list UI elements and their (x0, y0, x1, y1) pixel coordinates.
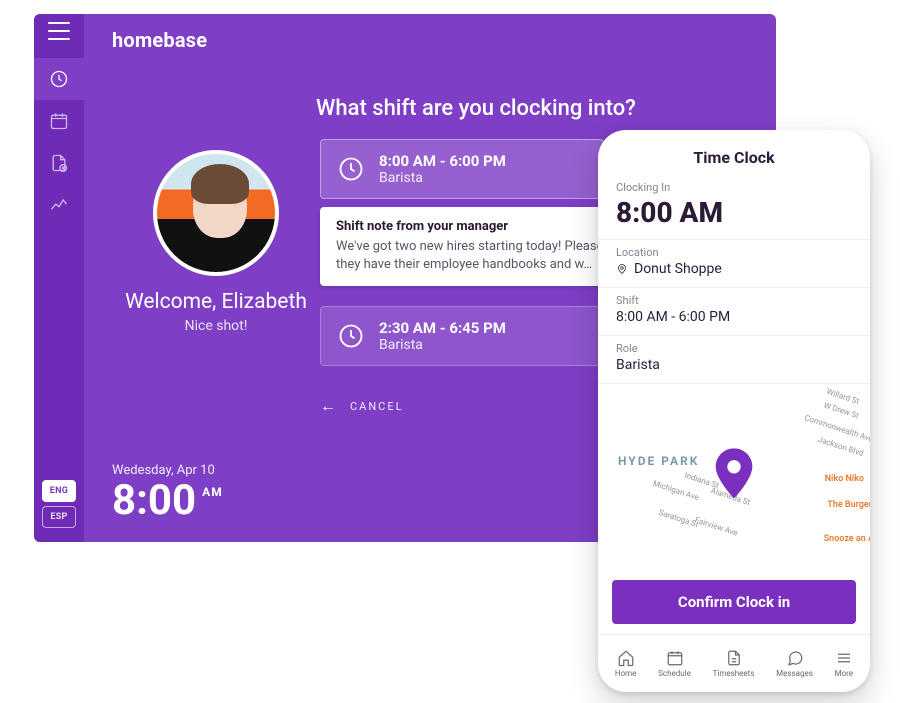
sidebar-item-schedule[interactable] (34, 100, 84, 142)
lang-eng-button[interactable]: ENG (42, 480, 76, 502)
more-icon (835, 649, 853, 667)
chat-icon (786, 649, 804, 667)
current-time-area: Wedesday, Apr 10 8:00 AM (112, 463, 223, 522)
role-value: Barista (616, 357, 852, 373)
map-pin-icon (616, 263, 628, 275)
map-street-label: Saratoga St (658, 508, 700, 529)
document-icon (725, 649, 743, 667)
map-pin-icon (714, 448, 754, 502)
nav-messages[interactable]: Messages (776, 649, 813, 678)
map-street-label: Commonwealth Ave (803, 413, 870, 444)
current-ampm: AM (202, 486, 223, 498)
map-area[interactable]: HYDE PARK Willard St W Drew St Commonwea… (598, 384, 870, 634)
sidebar-item-clock[interactable] (34, 58, 84, 100)
current-time: 8:00 (112, 480, 196, 522)
left-sidebar: ENG ESP (34, 14, 84, 542)
nav-timesheets[interactable]: Timesheets (713, 649, 755, 678)
brand-logo: homebase (112, 28, 754, 52)
section-location[interactable]: Location Donut Shoppe (598, 240, 870, 288)
shift-label: Shift (616, 294, 852, 307)
phone-header: Time Clock (598, 130, 870, 175)
welcome-text: Welcome, Elizabeth (125, 290, 307, 314)
nav-home[interactable]: Home (615, 649, 637, 678)
shift-role: Barista (379, 170, 506, 186)
lang-esp-button[interactable]: ESP (42, 506, 76, 528)
section-clocking-in: Clocking In 8:00 AM (598, 175, 870, 240)
nav-schedule[interactable]: Schedule (658, 649, 691, 678)
document-add-icon (49, 153, 69, 173)
map-park-label: HYDE PARK (618, 454, 699, 468)
mobile-time-clock-view: Time Clock Clocking In 8:00 AM Location … (598, 130, 870, 692)
cancel-label: CANCEL (350, 400, 404, 413)
nav-schedule-label: Schedule (658, 669, 691, 678)
section-role[interactable]: Role Barista (598, 336, 870, 384)
location-value: Donut Shoppe (634, 261, 722, 277)
confirm-clock-in-button[interactable]: Confirm Clock in (612, 580, 856, 624)
arrow-left-icon: ← (320, 396, 336, 416)
profile-column: Welcome, Elizabeth Nice shot! (112, 62, 320, 416)
shift-value: 8:00 AM - 6:00 PM (616, 309, 852, 325)
shift-option-1[interactable]: 8:00 AM - 6:00 PM Barista (320, 139, 604, 199)
calendar-icon (666, 649, 684, 667)
nav-more-label: More (835, 669, 853, 678)
clock-icon (337, 155, 365, 183)
clock-icon (337, 322, 365, 350)
calendar-icon (49, 111, 69, 131)
profile-subtext: Nice shot! (185, 318, 248, 334)
map-poi-label: Snooze an A (824, 534, 870, 544)
map-poi-label: Niko Niko (825, 474, 864, 484)
clocking-in-value: 8:00 AM (616, 196, 852, 229)
sidebar-item-analytics[interactable] (34, 184, 84, 226)
shift-option-2[interactable]: 2:30 AM - 6:45 PM Barista (320, 306, 604, 366)
avatar (153, 150, 279, 276)
section-shift[interactable]: Shift 8:00 AM - 6:00 PM (598, 288, 870, 336)
clocking-in-label: Clocking In (616, 181, 852, 194)
role-label: Role (616, 342, 852, 355)
shift-time: 8:00 AM - 6:00 PM (379, 152, 506, 170)
language-selector: ENG ESP (42, 480, 76, 528)
map-street-label: Fairview Ave (694, 515, 739, 537)
nav-timesheets-label: Timesheets (713, 669, 755, 678)
home-icon (617, 649, 635, 667)
nav-messages-label: Messages (776, 669, 813, 678)
clock-icon (49, 69, 69, 89)
sidebar-item-documents[interactable] (34, 142, 84, 184)
shift-time: 2:30 AM - 6:45 PM (379, 319, 506, 337)
menu-icon[interactable] (48, 22, 70, 40)
location-label: Location (616, 246, 852, 259)
shift-role: Barista (379, 337, 506, 353)
nav-home-label: Home (615, 669, 637, 678)
nav-more[interactable]: More (835, 649, 853, 678)
map-poi-label: The Burger (827, 500, 870, 510)
analytics-icon (49, 195, 69, 215)
prompt-heading: What shift are you clocking into? (316, 96, 754, 121)
phone-bottom-nav: Home Schedule Timesheets Messages More (598, 634, 870, 692)
